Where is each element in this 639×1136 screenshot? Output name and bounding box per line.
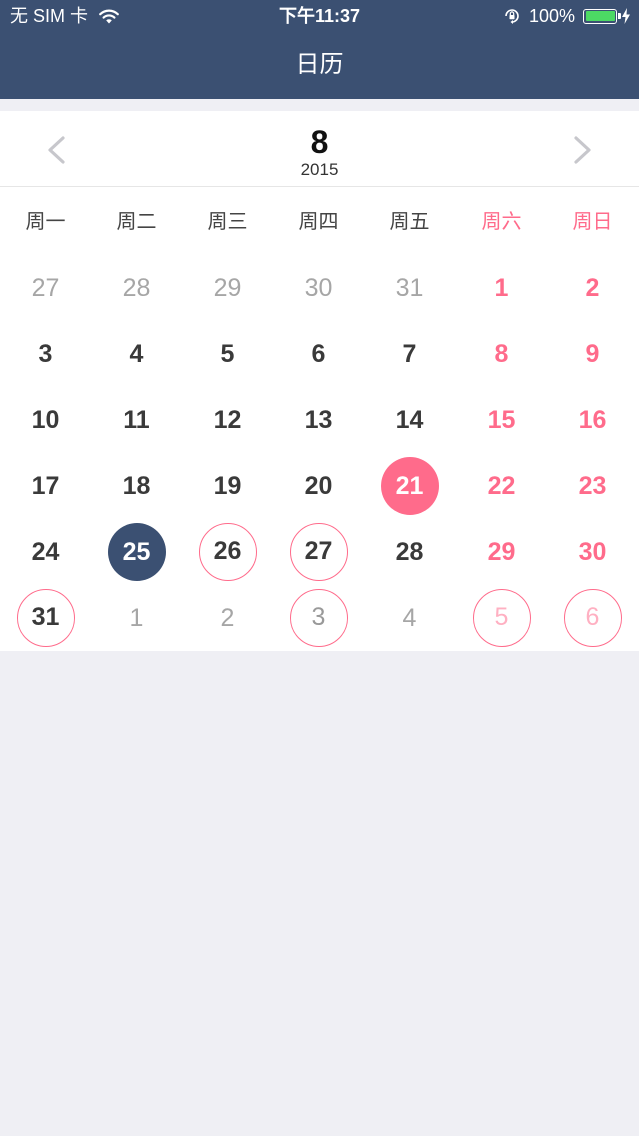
battery-icon [583,8,621,24]
day-cell[interactable]: 14 [381,391,439,449]
day-cell[interactable]: 28 [381,523,439,581]
day-cell[interactable]: 6 [563,589,622,647]
orientation-lock-icon [505,9,519,24]
day-cell[interactable]: 1 [473,259,531,317]
day-cell[interactable]: 27 [17,259,75,317]
day-cell[interactable]: 8 [473,325,531,383]
nav-bar: 日历 [0,36,639,99]
day-cell[interactable]: 25 [107,523,166,581]
day-cell[interactable]: 31 [381,259,439,317]
day-cell[interactable]: 29 [199,259,257,317]
chevron-right-icon[interactable] [571,135,595,165]
day-cell[interactable]: 24 [17,523,75,581]
calendar-grid: 周一 周二 周三 周四 周五 周六 周日 27 28 29 30 31 1 2 3 4 5 6 7 8 9… [0,187,639,651]
day-cell[interactable]: 21 [380,457,439,515]
day-cell[interactable]: 18 [108,457,166,515]
day-cell[interactable]: 3 [289,589,348,647]
day-cell[interactable]: 17 [17,457,75,515]
weekday-label: 周五 [389,211,430,233]
day-cell[interactable]: 10 [17,391,75,449]
day-cell[interactable]: 5 [472,589,531,647]
weekday-label: 周二 [116,211,157,233]
day-cell[interactable]: 22 [473,457,531,515]
day-cell[interactable]: 12 [199,391,257,449]
day-cell[interactable]: 16 [564,391,622,449]
day-cell[interactable]: 4 [108,325,166,383]
year-label: 2015 [300,160,339,179]
day-cell[interactable]: 29 [473,523,531,581]
day-cell[interactable]: 11 [108,391,166,449]
day-cell[interactable]: 23 [564,457,622,515]
day-cell[interactable]: 20 [290,457,348,515]
day-cell[interactable]: 15 [473,391,531,449]
day-cell[interactable]: 2 [199,589,257,647]
day-cell[interactable]: 31 [16,589,75,647]
weekday-label: 周三 [207,211,248,233]
weekday-label: 周六 [481,211,522,233]
charging-bolt-icon [622,8,630,24]
day-cell[interactable]: 13 [290,391,348,449]
day-cell[interactable]: 28 [108,259,166,317]
weekday-header: 周一 周二 周三 周四 周五 周六 周日 [0,187,639,255]
weekday-label: 周一 [25,211,66,233]
weekday-label: 周日 [572,211,613,233]
battery-percent: 100% [528,6,575,26]
day-cell[interactable]: 30 [564,523,622,581]
status-right: 100% [503,5,631,27]
day-cell[interactable]: 6 [290,325,348,383]
status-bar: 无 SIM 卡 下午11:37 100% [0,0,639,36]
month-label: 8 [310,124,329,160]
day-cell[interactable]: 5 [199,325,257,383]
day-cell[interactable]: 26 [198,523,257,581]
day-cell[interactable]: 19 [199,457,257,515]
day-cell[interactable]: 27 [289,523,348,581]
day-cell[interactable]: 3 [17,325,75,383]
weekday-label: 周四 [298,211,339,233]
day-cell[interactable]: 30 [290,259,348,317]
day-cell[interactable]: 7 [381,325,439,383]
day-cell[interactable]: 9 [564,325,622,383]
month-header: 8 2015 [0,111,639,187]
page-title: 日历 [295,51,344,78]
day-cell[interactable]: 1 [108,589,166,647]
day-cell[interactable]: 2 [564,259,622,317]
day-cell[interactable]: 4 [381,589,439,647]
